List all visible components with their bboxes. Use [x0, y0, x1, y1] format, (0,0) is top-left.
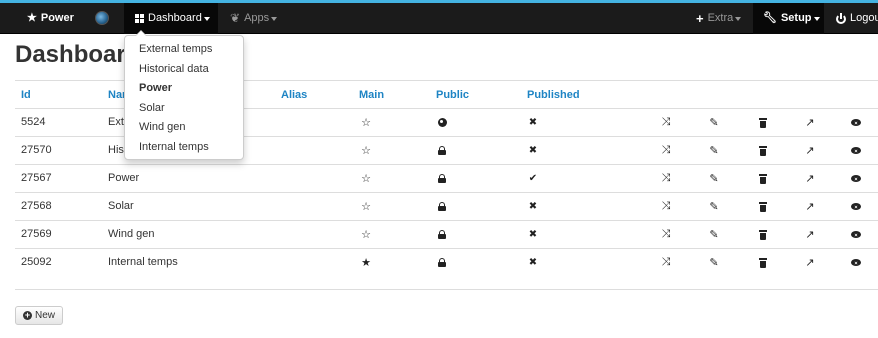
star-outline-icon: ☆: [361, 201, 371, 213]
pencil-icon[interactable]: ✎: [707, 137, 721, 164]
eye-icon[interactable]: [849, 193, 863, 220]
cell-name[interactable]: Solar: [108, 193, 134, 220]
column-header-id[interactable]: Id: [21, 81, 31, 109]
table-row: 27567 Power ☆ ✔ ⤨ ✎ ↗: [15, 164, 878, 192]
column-header-public[interactable]: Public: [436, 81, 469, 109]
cell-id: 27570: [21, 144, 52, 156]
eye-icon[interactable]: [849, 165, 863, 192]
lock-icon: [435, 249, 449, 276]
lock-icon: [435, 221, 449, 248]
cell-id: 5524: [21, 116, 46, 128]
top-navbar: ★ Power Dashboard ❦ Apps + Extra 🔧︎ Setup Lo…: [0, 3, 878, 34]
shuffle-icon[interactable]: ⤨: [659, 165, 673, 192]
plus-circle-icon: +: [22, 310, 32, 320]
trash-icon[interactable]: [756, 165, 770, 192]
shuffle-icon[interactable]: ⤨: [659, 193, 673, 220]
trash-icon[interactable]: [756, 137, 770, 164]
pencil-icon[interactable]: ✎: [707, 193, 721, 220]
cross-icon: ✖: [528, 229, 538, 240]
cell-name[interactable]: Wind gen: [108, 221, 154, 248]
grid-icon: [135, 14, 144, 23]
dashboard-logo-link[interactable]: [95, 3, 113, 34]
lock-icon: [435, 193, 449, 220]
globe-icon: [435, 109, 449, 136]
shuffle-icon[interactable]: ⤨: [659, 249, 673, 276]
pencil-icon[interactable]: ✎: [707, 109, 721, 136]
pencil-icon[interactable]: ✎: [707, 165, 721, 192]
power-icon: [836, 12, 846, 24]
cross-icon: ✖: [528, 257, 538, 268]
column-header-alias[interactable]: Alias: [281, 81, 307, 109]
star-icon: ★: [27, 12, 37, 24]
share-icon[interactable]: ↗: [803, 193, 817, 220]
dashboard-menu-item[interactable]: Historical data: [125, 60, 243, 80]
star-outline-icon: ☆: [361, 145, 371, 157]
shuffle-icon[interactable]: ⤨: [659, 109, 673, 136]
cell-id: 25092: [21, 256, 52, 268]
logout-link[interactable]: Logout: [836, 3, 878, 34]
eye-icon[interactable]: [849, 109, 863, 136]
chevron-down-icon: [271, 16, 278, 21]
dashboard-menu-item[interactable]: Solar: [125, 99, 243, 119]
cross-icon: ✖: [528, 117, 538, 128]
dashboard-logo-icon: [95, 11, 109, 26]
pencil-icon[interactable]: ✎: [707, 221, 721, 248]
share-icon[interactable]: ↗: [803, 109, 817, 136]
eye-icon[interactable]: [849, 249, 863, 276]
dashboard-menu-item[interactable]: Power: [125, 79, 243, 99]
brand-link[interactable]: ★ Power: [27, 3, 74, 34]
trash-icon[interactable]: [756, 109, 770, 136]
new-dashboard-button[interactable]: + New: [15, 306, 63, 325]
dashboard-dropdown-menu: External temps Historical data Power Solar W…: [124, 30, 244, 160]
dashboard-menu-item[interactable]: Wind gen: [125, 118, 243, 138]
chevron-down-icon: [735, 16, 742, 21]
table-row: 27568 Solar ☆ ✖ ⤨ ✎ ↗: [15, 192, 878, 220]
table-row: 27569 Wind gen ☆ ✖ ⤨ ✎ ↗: [15, 220, 878, 248]
chevron-down-icon: [813, 16, 820, 21]
chevron-down-icon: [203, 16, 210, 21]
star-outline-icon: ☆: [361, 229, 371, 241]
column-header-published[interactable]: Published: [527, 81, 580, 109]
shuffle-icon[interactable]: ⤨: [659, 221, 673, 248]
trash-icon[interactable]: [756, 249, 770, 276]
cross-icon: ✖: [528, 145, 538, 156]
dashboard-menu-item[interactable]: Internal temps: [125, 138, 243, 158]
pencil-icon[interactable]: ✎: [707, 249, 721, 276]
extra-menu-toggle[interactable]: + Extra: [696, 3, 742, 34]
eye-icon[interactable]: [849, 137, 863, 164]
cell-id: 27567: [21, 172, 52, 184]
cell-name[interactable]: Power: [108, 165, 139, 192]
share-icon[interactable]: ↗: [803, 249, 817, 276]
wrench-icon: 🔧︎: [763, 12, 777, 24]
table-bottom-border: [15, 289, 878, 290]
trash-icon[interactable]: [756, 193, 770, 220]
leaf-icon: ❦: [230, 11, 241, 25]
dashboard-menu-item[interactable]: External temps: [125, 40, 243, 60]
plus-icon: +: [696, 11, 704, 26]
check-icon: ✔: [528, 173, 538, 184]
lock-icon: [435, 165, 449, 192]
share-icon[interactable]: ↗: [803, 165, 817, 192]
column-header-main[interactable]: Main: [359, 81, 384, 109]
share-icon[interactable]: ↗: [803, 137, 817, 164]
setup-menu-toggle[interactable]: 🔧︎ Setup: [753, 3, 824, 34]
cell-id: 27568: [21, 200, 52, 212]
cell-id: 27569: [21, 228, 52, 240]
cross-icon: ✖: [528, 201, 538, 212]
star-outline-icon: ☆: [361, 117, 371, 129]
lock-icon: [435, 137, 449, 164]
share-icon[interactable]: ↗: [803, 221, 817, 248]
star-outline-icon: ☆: [361, 173, 371, 185]
trash-icon[interactable]: [756, 221, 770, 248]
table-row: 25092 Internal temps ★ ✖ ⤨ ✎ ↗: [15, 248, 878, 276]
star-filled-icon: ★: [361, 257, 371, 269]
cell-name[interactable]: Internal temps: [108, 249, 178, 276]
apps-menu-toggle[interactable]: ❦ Apps: [230, 3, 278, 34]
eye-icon[interactable]: [849, 221, 863, 248]
shuffle-icon[interactable]: ⤨: [659, 137, 673, 164]
